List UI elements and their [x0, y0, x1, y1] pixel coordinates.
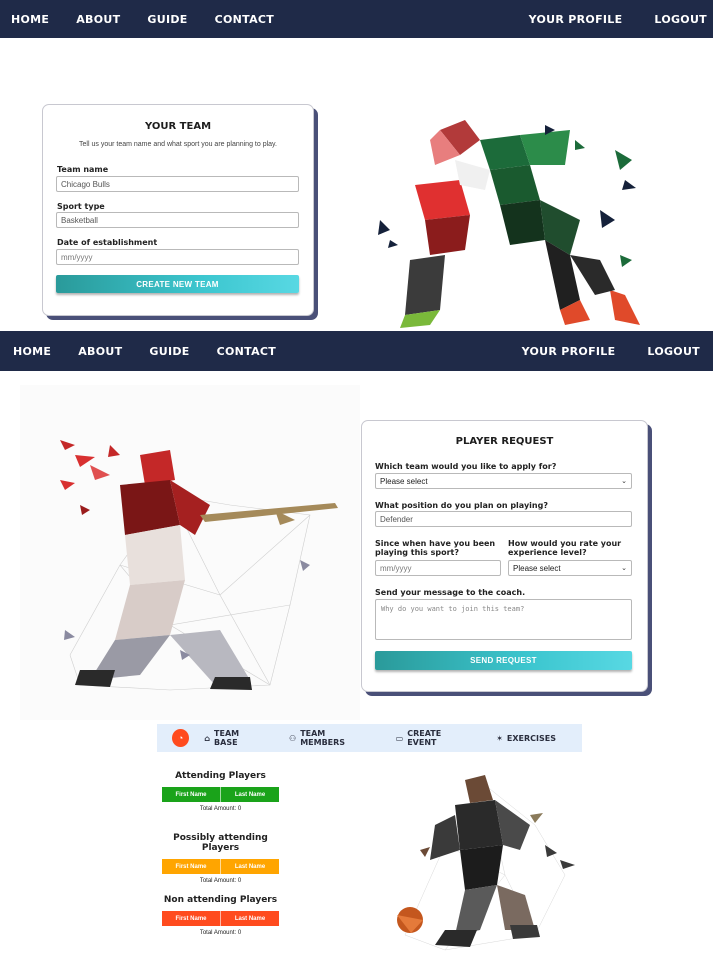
nav2-profile-link[interactable]: YOUR PROFILE — [522, 345, 616, 358]
tab-team-base-label: TEAM BASE — [214, 729, 240, 747]
nav-contact-link[interactable]: CONTACT — [215, 13, 274, 26]
tab-team-base[interactable]: ⌂ TEAM BASE — [204, 729, 263, 747]
nav2-contact-link[interactable]: CONTACT — [217, 345, 276, 358]
non-attending-table-header: First Name Last Name — [162, 911, 279, 926]
tab-exercises-label: EXERCISES — [506, 733, 557, 743]
tab-create-event[interactable]: ▭ CREATE EVENT — [396, 729, 471, 747]
team-navbar: ◔ ⌂ TEAM BASE ⚇ TEAM MEMBERS ▭ CREATE EV… — [157, 724, 582, 752]
sport-type-input[interactable]: Basketball — [56, 212, 299, 228]
non-attending-title: Non attending Players — [163, 895, 278, 905]
nav-home-link[interactable]: HOME — [11, 13, 49, 26]
rugby-players-illustration — [370, 110, 670, 330]
position-label: What position do you plan on playing? — [375, 501, 548, 510]
first-name-header: First Name — [162, 859, 221, 874]
attending-players-group: Attending Players First Name Last Name T… — [162, 771, 279, 812]
possibly-attending-group: Possibly attending Players First Name La… — [162, 833, 279, 884]
message-textarea[interactable]: Why do you want to join this team? — [375, 599, 632, 640]
tab-exercises[interactable]: ✶ EXERCISES — [496, 734, 556, 743]
tab-create-event-label: CREATE EVENT — [407, 729, 442, 747]
nav-profile-link[interactable]: YOUR PROFILE — [529, 13, 623, 26]
attending-total: Total Amount: 0 — [199, 806, 242, 812]
since-input[interactable]: mm/yyyy — [375, 560, 501, 576]
date-input[interactable]: mm/yyyy — [56, 249, 299, 265]
chevron-down-icon: ⌄ — [621, 565, 627, 572]
player-dribbling-illustration — [385, 765, 585, 960]
nav2-logout-link[interactable]: LOGOUT — [647, 345, 700, 358]
team-name-input[interactable]: Chicago Bulls — [56, 176, 299, 192]
last-name-header: Last Name — [234, 791, 266, 798]
home-icon: ⌂ — [204, 733, 211, 743]
possibly-total: Total Amount: 0 — [199, 878, 242, 884]
experience-label: How would you rate your experience level… — [508, 539, 622, 557]
date-label: Date of establishment — [57, 238, 158, 247]
first-name-header: First Name — [162, 787, 221, 802]
nav-guide-link[interactable]: GUIDE — [147, 13, 187, 26]
users-icon: ⚇ — [289, 733, 297, 743]
top-navbar: HOME ABOUT GUIDE CONTACT YOUR PROFILE LO… — [0, 0, 713, 38]
tab-team-members-label: TEAM MEMBERS — [300, 729, 346, 747]
running-icon: ✶ — [496, 733, 503, 743]
nav2-home-link[interactable]: HOME — [13, 345, 51, 358]
since-label: Since when have you been playing this sp… — [375, 539, 496, 557]
team-form-title: YOUR TEAM — [144, 121, 212, 132]
apply-team-select-value: Please select — [380, 476, 428, 486]
first-name-header: First Name — [162, 911, 221, 926]
possibly-table-header: First Name Last Name — [162, 859, 279, 874]
send-request-button[interactable]: SEND REQUEST — [375, 651, 632, 670]
player-request-title: PLAYER REQUEST — [455, 436, 554, 447]
experience-select[interactable]: Please select ⌄ — [508, 560, 632, 576]
experience-select-value: Please select — [513, 563, 561, 573]
player-request-card: PLAYER REQUEST Which team would you like… — [361, 420, 648, 692]
nav-about-link[interactable]: ABOUT — [76, 13, 120, 26]
team-form-subtitle: Tell us your team name and what sport yo… — [79, 141, 277, 148]
team-name-label: Team name — [57, 165, 109, 174]
team-logo-icon[interactable]: ◔ — [172, 729, 190, 747]
sport-type-label: Sport type — [57, 202, 105, 211]
calendar-icon: ▭ — [395, 733, 404, 743]
message-label: Send your message to the coach. — [375, 588, 526, 597]
apply-team-label: Which team would you like to apply for? — [375, 462, 557, 471]
non-attending-total: Total Amount: 0 — [199, 930, 242, 936]
possibly-attending-title: Possibly attending Players — [173, 833, 268, 853]
apply-team-select[interactable]: Please select ⌄ — [375, 473, 632, 489]
chevron-down-icon: ⌄ — [621, 478, 627, 485]
nav2-about-link[interactable]: ABOUT — [78, 345, 122, 358]
create-team-section: YOUR TEAM Tell us your team name and wha… — [0, 38, 713, 331]
last-name-header: Last Name — [234, 863, 266, 870]
attending-table-header: First Name Last Name — [162, 787, 279, 802]
nav-logout-link[interactable]: LOGOUT — [654, 13, 707, 26]
second-navbar: HOME ABOUT GUIDE CONTACT YOUR PROFILE LO… — [0, 331, 713, 371]
team-form-card: YOUR TEAM Tell us your team name and wha… — [42, 104, 314, 316]
nav2-guide-link[interactable]: GUIDE — [149, 345, 189, 358]
position-input[interactable]: Defender — [375, 511, 632, 527]
last-name-header: Last Name — [234, 915, 266, 922]
attending-title: Attending Players — [175, 771, 266, 781]
non-attending-group: Non attending Players First Name Last Na… — [162, 895, 279, 936]
create-team-button[interactable]: CREATE NEW TEAM — [56, 275, 299, 293]
baseball-batter-illustration — [20, 385, 360, 720]
tab-team-members[interactable]: ⚇ TEAM MEMBERS — [289, 729, 370, 747]
